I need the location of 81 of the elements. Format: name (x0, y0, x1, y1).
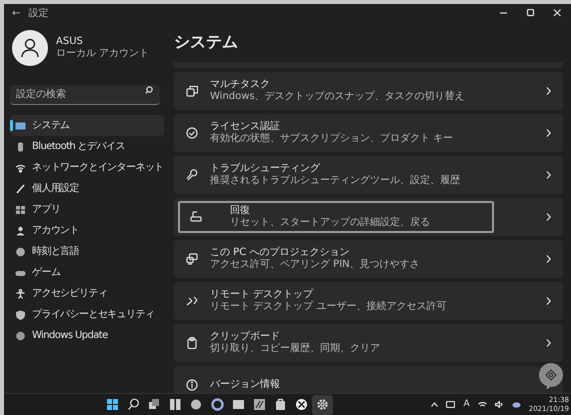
pen-icon (15, 184, 26, 194)
chevron-right-icon (546, 255, 551, 263)
check-circle-icon (186, 127, 198, 139)
settings-card[interactable]: マルチタスク Windows、デスクトップのスナップ、タスクの切り替え (174, 72, 563, 110)
sidebar-item[interactable]: 個人用設定 (10, 178, 164, 199)
wifi-icon[interactable] (478, 401, 487, 408)
card-description: 切り取り、コピー履歴、同期、クリア (210, 343, 381, 355)
bag-icon[interactable] (274, 398, 288, 411)
settings-card[interactable]: この PC へのプロジェクション アクセス許可、ペアリング PIN、見つけやすさ (174, 240, 563, 278)
sidebar-item[interactable]: ゲーム (10, 262, 164, 283)
info-icon (186, 379, 198, 391)
search-icon (145, 86, 153, 94)
card-description: リモート デスクトップ ユーザー、接続アクセス許可 (210, 301, 448, 313)
sidebar-item[interactable]: ネットワークとインターネット (10, 157, 164, 178)
clipboard-icon (186, 337, 198, 349)
input-method-indicator[interactable]: A (463, 398, 470, 412)
card-title: この PC へのプロジェクション (210, 247, 350, 258)
back-button[interactable]: ← (4, 6, 28, 20)
widgets-icon[interactable] (169, 398, 182, 411)
remote-arrows-icon (186, 295, 198, 307)
card-title: バージョン情報 (210, 379, 281, 391)
laptop-reset-icon (190, 211, 202, 223)
card-title: マルチタスク (210, 79, 271, 91)
chevron-up-icon[interactable] (431, 402, 438, 407)
projection-icon (186, 253, 198, 265)
maximize-icon[interactable] (526, 9, 535, 17)
search-field[interactable]: 設定の検索 (10, 85, 160, 105)
settings-card[interactable]: バージョン情報 (174, 366, 563, 393)
shield-icon (15, 310, 26, 320)
card-description: 推奨されるトラブルシューティングツール、設定、履歴 (210, 175, 461, 187)
card-title: リモート デスクトップ (210, 289, 314, 300)
settings-card[interactable]: 回復 リセット、スタートアップの詳細設定、戻る (174, 198, 563, 236)
sidebar-item[interactable]: アプリ (10, 199, 164, 220)
card-title: ライセンス認証 (210, 121, 281, 132)
xbox-icon[interactable] (295, 398, 308, 411)
browser-icon[interactable] (211, 398, 224, 411)
sidebar-item[interactable]: Bluetooth とデバイス (10, 136, 164, 157)
search-icon[interactable] (127, 398, 140, 411)
card-description: アクセス許可、ペアリング PIN、見つけやすさ (210, 259, 421, 271)
sidebar-item[interactable]: アカウント (10, 220, 164, 241)
close-icon[interactable] (553, 9, 562, 17)
chevron-right-icon (546, 339, 551, 347)
card-description: リセット、スタートアップの詳細設定、戻る (230, 217, 431, 229)
page-title: システム (174, 31, 239, 53)
monitor-icon (15, 120, 26, 130)
card-title: クリップボード (210, 331, 281, 342)
account-name: ASUS (56, 36, 84, 48)
settings-card[interactable]: ライセンス認証 有効化の状態、サブスクリプション、プロダクト キー (174, 114, 563, 152)
sidebar-item[interactable]: Windows Update (10, 325, 164, 346)
person-icon (15, 226, 26, 236)
settings-card[interactable]: クリップボード 切り取り、コピー履歴、同期、クリア (174, 324, 563, 362)
chevron-right-icon (546, 171, 551, 179)
windows-stack-icon (186, 85, 198, 97)
sidebar-item[interactable]: システム (10, 115, 164, 136)
window-title: 設定 (28, 6, 48, 20)
chevron-right-icon (546, 87, 551, 95)
settings-card[interactable]: リモート デスクトップ リモート デスクトップ ユーザー、接続アクセス許可 (174, 282, 563, 320)
wrench-icon (186, 169, 198, 181)
chevron-right-icon (546, 297, 551, 305)
apps-icon (15, 204, 26, 214)
wifi-icon (15, 162, 26, 172)
figure-icon (15, 288, 26, 298)
sidebar-item[interactable]: アクセシビリティ (10, 283, 164, 304)
chevron-right-icon (546, 129, 551, 137)
avatar (12, 30, 48, 66)
card-description: 有効化の状態、サブスクリプション、プロダクト キー (210, 133, 454, 145)
card-title: 回復 (230, 205, 251, 217)
speaker-icon[interactable] (494, 401, 504, 408)
account-type: ローカル アカウント (56, 48, 150, 60)
card-description: Windows、デスクトップのスナップ、タスクの切り替え (210, 91, 466, 103)
windows-stack-icon[interactable] (148, 398, 162, 411)
sidebar-item[interactable]: 時刻と言語 (10, 241, 164, 262)
target-icon (545, 369, 557, 381)
sidebar-item[interactable]: プライバシーとセキュリティ (10, 304, 164, 325)
keyboard-icon[interactable] (446, 401, 456, 408)
start-icon[interactable] (106, 398, 120, 411)
settings-card[interactable]: トラブルシューティング 推奨されるトラブルシューティングツール、設定、履歴 (174, 156, 563, 194)
chevron-right-icon (546, 213, 551, 221)
gear-icon[interactable] (316, 398, 330, 411)
tile-icon[interactable] (253, 398, 266, 411)
card-title: トラブルシューティング (210, 163, 321, 174)
